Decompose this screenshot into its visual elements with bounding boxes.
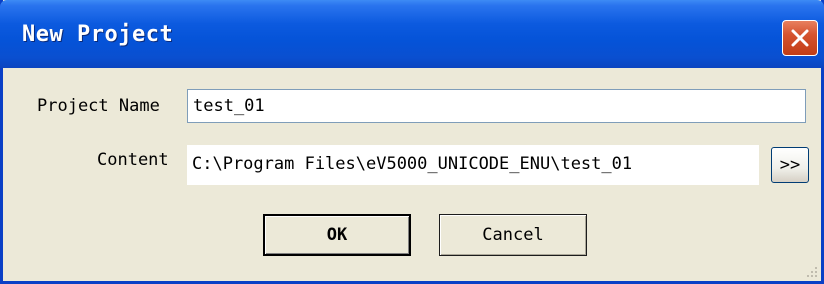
- project-name-label: Project Name: [37, 96, 160, 116]
- close-button[interactable]: [782, 20, 818, 56]
- new-project-dialog: New Project Project Name Content C:\Prog…: [0, 0, 824, 284]
- content-path-field[interactable]: C:\Program Files\eV5000_UNICODE_ENU\test…: [187, 145, 759, 185]
- browse-button[interactable]: >>: [771, 147, 809, 183]
- ok-button[interactable]: OK: [263, 214, 411, 256]
- close-icon: [791, 29, 809, 47]
- resize-grip-icon[interactable]: [805, 265, 819, 279]
- window-title: New Project: [22, 22, 174, 47]
- cancel-button[interactable]: Cancel: [439, 214, 587, 256]
- title-bar[interactable]: New Project: [0, 0, 824, 68]
- content-label: Content: [97, 150, 169, 170]
- project-name-input[interactable]: [187, 89, 806, 123]
